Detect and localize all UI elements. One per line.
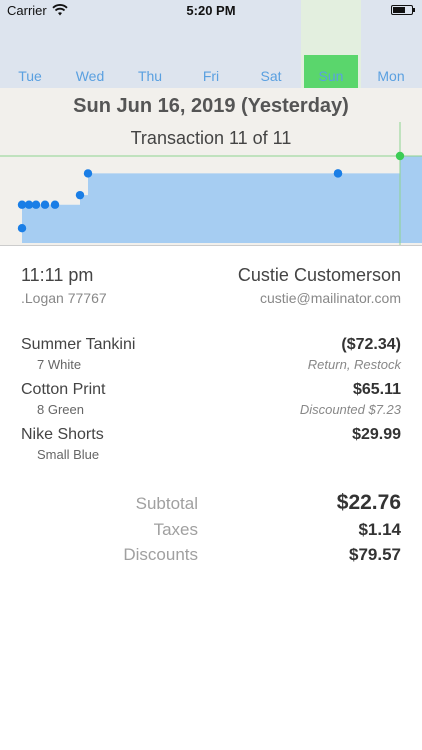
item-price: ($72.34) <box>341 336 401 353</box>
status-bar: Carrier 5:20 PM <box>0 0 422 22</box>
transaction-marker[interactable] <box>17 224 27 233</box>
divider <box>0 245 422 246</box>
cumulative-sales-area <box>22 156 422 243</box>
taxes-row: Taxes $1.14 <box>0 520 422 544</box>
day-label: Fri <box>202 68 220 84</box>
transaction-marker[interactable] <box>75 190 85 200</box>
date-title: Sun Jun 16, 2019 (Yesterday) <box>73 95 349 117</box>
discounts-row: Discounts $79.57 <box>0 545 422 569</box>
transaction-marker[interactable] <box>83 169 93 178</box>
item-name: Summer Tankini <box>21 336 136 353</box>
current-transaction-marker[interactable] <box>395 151 405 161</box>
line-item[interactable]: Summer Tankini 7 White ($72.34) Return, … <box>0 336 422 380</box>
store-location: .Logan 77767 <box>21 290 107 306</box>
clock-label: 5:20 PM <box>186 3 236 18</box>
line-item[interactable]: Nike Shorts Small Blue $29.99 <box>0 426 422 470</box>
item-variant: Small Blue <box>37 447 100 462</box>
item-variant: 8 Green <box>37 402 84 417</box>
taxes-label: Taxes <box>153 520 198 539</box>
day-label: Sat <box>260 68 282 84</box>
item-note: Discounted $7.23 <box>299 402 401 417</box>
transaction-marker[interactable] <box>333 169 343 178</box>
item-note: Return, Restock <box>307 357 401 372</box>
subtotal-value: $22.76 <box>336 491 401 514</box>
discounts-value: $79.57 <box>349 545 401 564</box>
customer-name[interactable]: Custie Customerson <box>238 265 401 286</box>
day-label: Sun <box>318 68 344 84</box>
item-price: $65.11 <box>352 381 401 398</box>
transaction-marker[interactable] <box>50 200 60 209</box>
taxes-value: $1.14 <box>358 520 401 539</box>
item-name: Cotton Print <box>21 381 106 398</box>
transaction-marker[interactable] <box>40 200 50 209</box>
item-name: Nike Shorts <box>21 426 104 443</box>
transaction-time: 11:11 pm <box>21 265 94 285</box>
subtotal-row: Subtotal $22.76 <box>0 491 422 518</box>
transaction-marker[interactable] <box>31 200 41 209</box>
subtotal-label: Subtotal <box>135 494 198 513</box>
discounts-label: Discounts <box>123 545 198 564</box>
battery-icon <box>391 5 415 15</box>
day-label: Mon <box>377 68 405 84</box>
item-price: $29.99 <box>352 426 401 443</box>
item-variant: 7 White <box>37 357 82 372</box>
day-label: Thu <box>137 68 163 84</box>
day-label: Wed <box>75 68 105 84</box>
customer-email[interactable]: custie@mailinator.com <box>260 290 401 306</box>
sales-chart[interactable] <box>0 122 422 245</box>
line-item[interactable]: Cotton Print 8 Green $65.11 Discounted $… <box>0 381 422 425</box>
day-label: Tue <box>18 68 42 84</box>
